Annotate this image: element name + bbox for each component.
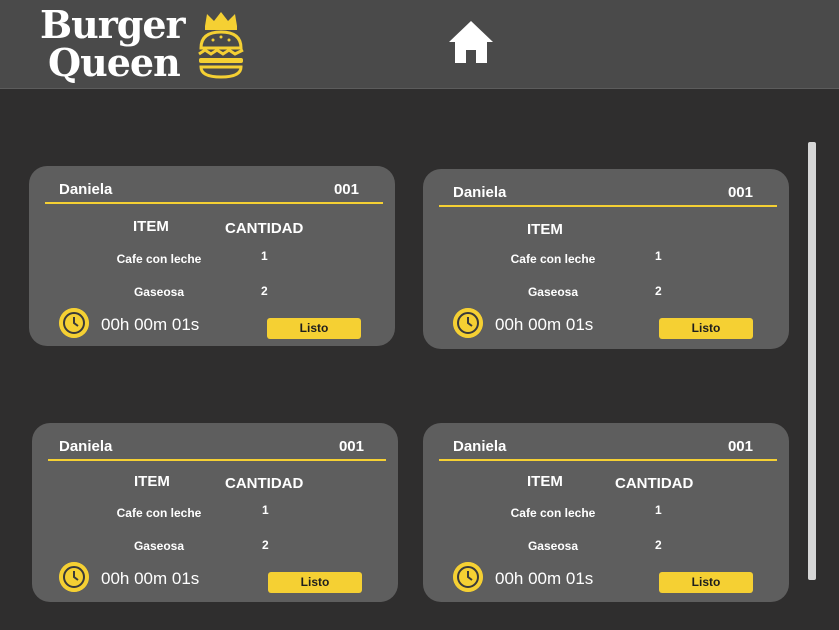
order-timer: 00h 00m 01s: [101, 569, 200, 588]
home-icon[interactable]: [447, 19, 495, 65]
ready-button[interactable]: Listo: [268, 572, 362, 593]
order-card: Daniela 001 ITEM CANTIDAD Cafe con leche…: [32, 423, 398, 602]
order-timer: 00h 00m 01s: [495, 315, 594, 334]
item-column-header: ITEM: [134, 473, 170, 490]
clock-icon: [59, 308, 89, 338]
top-bar: Burger Queen: [0, 0, 839, 89]
item-name: Gaseosa: [133, 539, 185, 553]
logo-line-2: Queen: [48, 40, 181, 85]
customer-name: Daniela: [59, 181, 113, 198]
order-card-header: Daniela 001: [439, 435, 777, 461]
item-name: Cafe con leche: [116, 252, 202, 266]
item-name: Cafe con leche: [510, 252, 596, 266]
customer-name: Daniela: [453, 438, 507, 455]
clock-icon: [59, 562, 89, 592]
quantity-column-header: CANTIDAD: [225, 220, 304, 237]
item-name: Cafe con leche: [510, 506, 596, 520]
ready-button[interactable]: Listo: [659, 318, 753, 339]
customer-name: Daniela: [453, 184, 507, 201]
quantity-column-header: CANTIDAD: [225, 475, 304, 492]
item-name: Gaseosa: [133, 285, 185, 299]
order-card: Daniela 001 ITEM Cafe con leche 1 Gaseos…: [423, 169, 789, 349]
burger-crown-icon: [198, 12, 244, 79]
burger-queen-logo: Burger Queen: [40, 6, 255, 84]
item-quantity: 1: [261, 249, 268, 263]
quantity-column-header: CANTIDAD: [615, 475, 694, 492]
clock-icon: [453, 562, 483, 592]
item-name: Cafe con leche: [116, 506, 202, 520]
order-number: 001: [333, 181, 359, 198]
ready-button[interactable]: Listo: [267, 318, 361, 339]
clock-icon: [453, 308, 483, 338]
order-number: 001: [338, 438, 364, 455]
item-quantity: 2: [655, 538, 662, 552]
order-card-header: Daniela 001: [45, 178, 383, 204]
item-quantity: 2: [261, 284, 268, 298]
ready-button[interactable]: Listo: [659, 572, 753, 593]
item-quantity: 2: [655, 284, 662, 298]
order-number: 001: [727, 438, 753, 455]
vertical-scrollbar[interactable]: [808, 142, 816, 580]
logo-line-1: Burger: [40, 2, 186, 47]
item-quantity: 1: [655, 249, 662, 263]
order-card-header: Daniela 001: [48, 435, 386, 461]
order-number: 001: [727, 184, 753, 201]
item-column-header: ITEM: [527, 473, 563, 490]
order-timer: 00h 00m 01s: [101, 315, 200, 334]
order-card-header: Daniela 001: [439, 181, 777, 207]
customer-name: Daniela: [59, 438, 113, 455]
item-quantity: 1: [655, 503, 662, 517]
item-quantity: 2: [262, 538, 269, 552]
order-card: Daniela 001 ITEM CANTIDAD Cafe con leche…: [423, 423, 789, 602]
item-column-header: ITEM: [133, 218, 169, 235]
item-quantity: 1: [262, 503, 269, 517]
item-name: Gaseosa: [527, 285, 579, 299]
order-card: Daniela 001 ITEM CANTIDAD Cafe con leche…: [29, 166, 395, 346]
order-timer: 00h 00m 01s: [495, 569, 594, 588]
item-column-header: ITEM: [527, 221, 563, 238]
item-name: Gaseosa: [527, 539, 579, 553]
